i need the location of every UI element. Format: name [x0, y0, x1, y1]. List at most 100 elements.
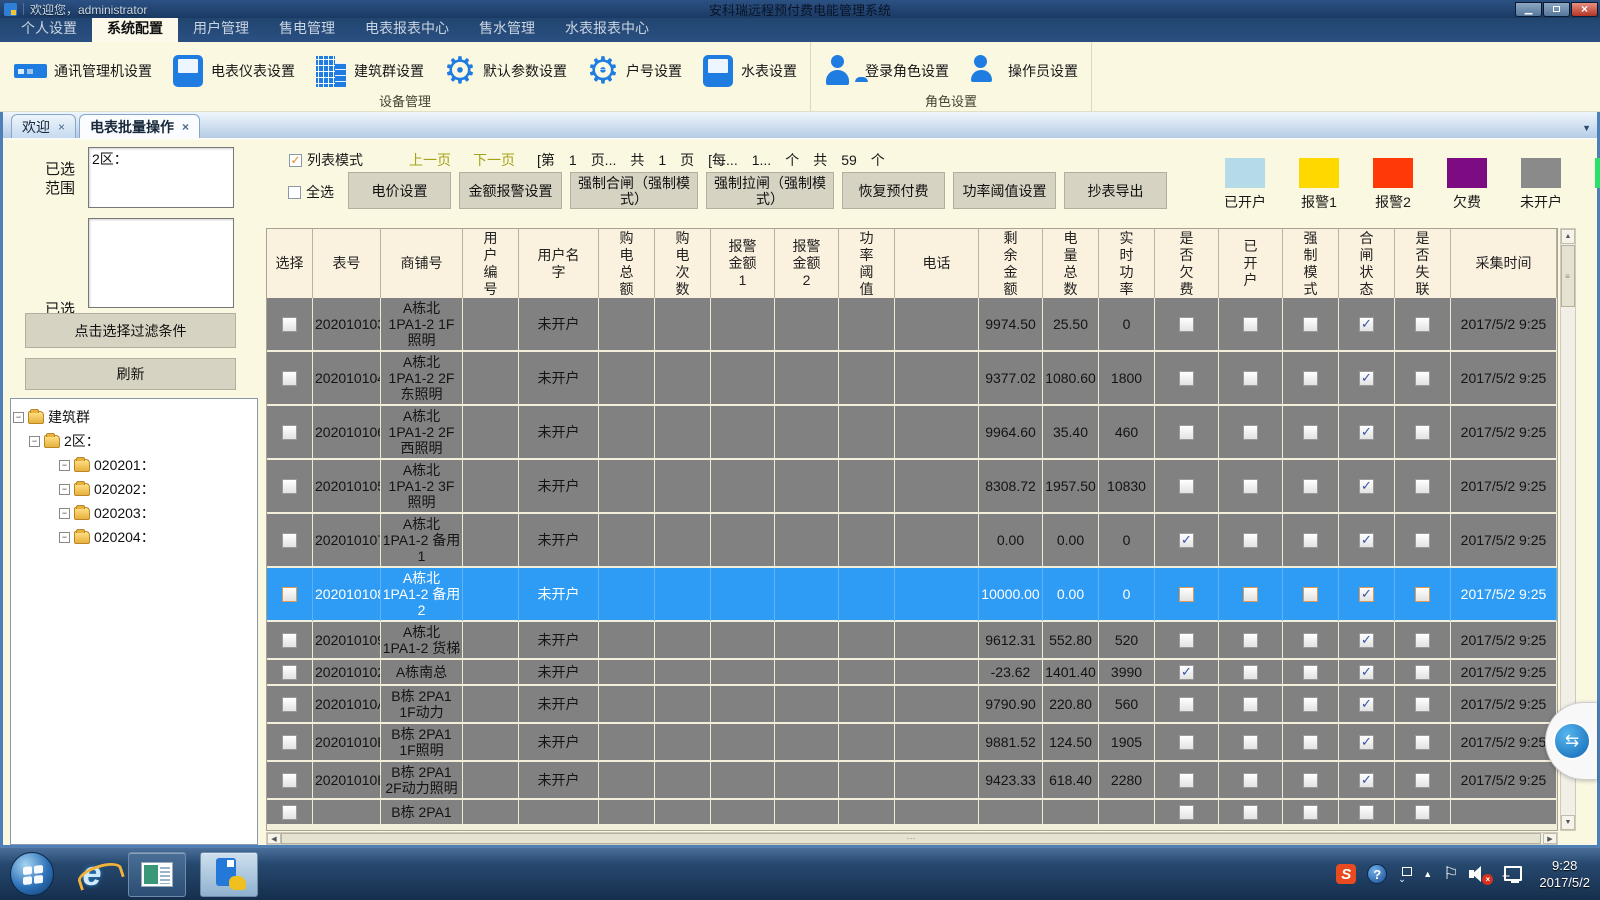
menu-tab[interactable]: 个人设置 [6, 15, 92, 42]
forced-mode-checkbox[interactable] [1303, 735, 1318, 750]
opened-checkbox[interactable] [1243, 697, 1258, 712]
gate-state-checkbox[interactable]: ✓ [1359, 697, 1374, 712]
column-header[interactable]: 购电次数 [655, 229, 711, 298]
forced-mode-checkbox[interactable] [1303, 805, 1318, 820]
selected-condition-box[interactable] [88, 218, 234, 308]
tabstrip-dropdown-icon[interactable]: ▼ [1582, 123, 1591, 133]
arrears-checkbox[interactable]: ✓ [1179, 665, 1194, 680]
opened-checkbox[interactable] [1243, 371, 1258, 386]
help-tray-icon[interactable]: ? [1367, 864, 1387, 884]
menu-tab[interactable]: 电表报表中心 [350, 15, 464, 42]
column-header[interactable]: 合闸状态 [1339, 229, 1395, 298]
opened-checkbox[interactable] [1243, 665, 1258, 680]
column-header[interactable]: 强制模式 [1283, 229, 1339, 298]
action-center-flag-icon[interactable]: ⚐ [1443, 864, 1458, 884]
document-tab[interactable]: 欢迎× [11, 114, 76, 138]
tree-item-meter[interactable]: −020201： [13, 453, 255, 477]
table-row[interactable]: B栋 2PA1 [267, 800, 1557, 826]
close-tab-icon[interactable]: × [58, 122, 65, 132]
row-select-checkbox[interactable] [282, 633, 297, 648]
forced-mode-checkbox[interactable] [1303, 587, 1318, 602]
next-page-link[interactable]: 下一页 [473, 150, 515, 170]
collapse-expander-icon[interactable]: − [59, 508, 70, 519]
arrears-checkbox[interactable] [1179, 735, 1194, 750]
collapse-expander-icon[interactable]: − [59, 484, 70, 495]
gate-state-checkbox[interactable] [1359, 805, 1374, 820]
taskbar-window-app[interactable] [128, 852, 186, 897]
table-row[interactable]: 202010102A栋南总未开户-23.621401.403990✓✓2017/… [267, 660, 1557, 686]
opened-checkbox[interactable] [1243, 773, 1258, 788]
arrears-checkbox[interactable] [1179, 587, 1194, 602]
ribbon-item[interactable]: 操作员设置 [958, 52, 1087, 90]
arrears-checkbox[interactable] [1179, 479, 1194, 494]
opened-checkbox[interactable] [1243, 735, 1258, 750]
gate-state-checkbox[interactable]: ✓ [1359, 665, 1374, 680]
row-select-checkbox[interactable] [282, 805, 297, 820]
opened-checkbox[interactable] [1243, 633, 1258, 648]
offline-checkbox[interactable] [1415, 665, 1430, 680]
forced-mode-checkbox[interactable] [1303, 371, 1318, 386]
column-header[interactable]: 用户名字 [519, 229, 599, 298]
tool-button[interactable]: 抄表导出 [1064, 172, 1167, 209]
tool-button[interactable]: 功率阈值设置 [953, 172, 1056, 209]
opened-checkbox[interactable] [1243, 425, 1258, 440]
tree-item-meter[interactable]: −020204： [13, 525, 255, 549]
restore-button[interactable] [1543, 2, 1570, 17]
column-header[interactable]: 用户编号 [463, 229, 519, 298]
gate-state-checkbox[interactable]: ✓ [1359, 317, 1374, 332]
select-filter-button[interactable]: 点击选择过滤条件 [25, 313, 236, 348]
row-select-checkbox[interactable] [282, 735, 297, 750]
row-select-checkbox[interactable] [282, 587, 297, 602]
tree-item-meter[interactable]: −020203： [13, 501, 255, 525]
arrears-checkbox[interactable] [1179, 425, 1194, 440]
table-row[interactable]: 202010107A栋北 1PA1-2 备用1未开户0.000.000✓✓201… [267, 514, 1557, 568]
tool-button[interactable]: 电价设置 [348, 172, 451, 209]
start-button[interactable] [10, 852, 54, 896]
ribbon-item[interactable]: 水表设置 [691, 52, 806, 90]
close-tab-icon[interactable]: × [182, 122, 189, 132]
tool-button[interactable]: 强制拉闸（强制模式） [706, 172, 834, 209]
show-hidden-icons-arrow[interactable]: ▲ [1423, 869, 1432, 879]
forced-mode-checkbox[interactable] [1303, 665, 1318, 680]
table-row[interactable]: 202010108A栋北 1PA1-2 备用2未开户10000.000.000✓… [267, 568, 1557, 622]
offline-checkbox[interactable] [1415, 479, 1430, 494]
menu-tab[interactable]: 售电管理 [264, 15, 350, 42]
column-header[interactable]: 剩余金额 [979, 229, 1043, 298]
table-row[interactable]: 20201010BB栋 2PA1 2F动力照明未开户9423.33618.402… [267, 762, 1557, 800]
scroll-up-icon[interactable]: ▲ [1561, 229, 1575, 244]
collapse-expander-icon[interactable]: − [59, 460, 70, 471]
table-row[interactable]: 202010105A栋北 1PA1-2 3F 照明未开户8308.721957.… [267, 460, 1557, 514]
column-header[interactable]: 购电总额 [599, 229, 655, 298]
row-select-checkbox[interactable] [282, 533, 297, 548]
gate-state-checkbox[interactable]: ✓ [1359, 479, 1374, 494]
row-select-checkbox[interactable] [282, 425, 297, 440]
language-bar-icon[interactable] [1398, 867, 1412, 881]
column-header[interactable]: 电话 [895, 229, 979, 298]
gate-state-checkbox[interactable]: ✓ [1359, 587, 1374, 602]
collapse-expander-icon[interactable]: − [29, 436, 40, 447]
ribbon-item[interactable]: 登录角色设置 [815, 52, 958, 90]
horizontal-scroll-thumb[interactable]: ··· [281, 833, 1541, 844]
arrears-checkbox[interactable] [1179, 317, 1194, 332]
opened-checkbox[interactable] [1243, 805, 1258, 820]
scroll-down-icon[interactable]: ▼ [1561, 815, 1575, 830]
forced-mode-checkbox[interactable] [1303, 425, 1318, 440]
tool-button[interactable]: 强制合闸（强制模式） [570, 172, 698, 209]
row-select-checkbox[interactable] [282, 697, 297, 712]
offline-checkbox[interactable] [1415, 533, 1430, 548]
minimize-button[interactable]: ▁ [1515, 2, 1542, 17]
opened-checkbox[interactable] [1243, 533, 1258, 548]
column-header[interactable]: 采集时间 [1451, 229, 1557, 298]
offline-checkbox[interactable] [1415, 805, 1430, 820]
selected-range-box[interactable]: 2区： [88, 147, 234, 208]
offline-checkbox[interactable] [1415, 425, 1430, 440]
column-header[interactable]: 电量总数 [1043, 229, 1099, 298]
horizontal-scrollbar[interactable]: ◀ ··· ▶ [266, 832, 1558, 845]
column-header[interactable]: 表号 [313, 229, 381, 298]
forced-mode-checkbox[interactable] [1303, 633, 1318, 648]
ribbon-item[interactable]: 默认参数设置 [433, 52, 576, 90]
tree-item-zone[interactable]: −2区： [13, 429, 255, 453]
volume-muted-icon[interactable]: × [1469, 865, 1491, 883]
offline-checkbox[interactable] [1415, 371, 1430, 386]
opened-checkbox[interactable] [1243, 479, 1258, 494]
